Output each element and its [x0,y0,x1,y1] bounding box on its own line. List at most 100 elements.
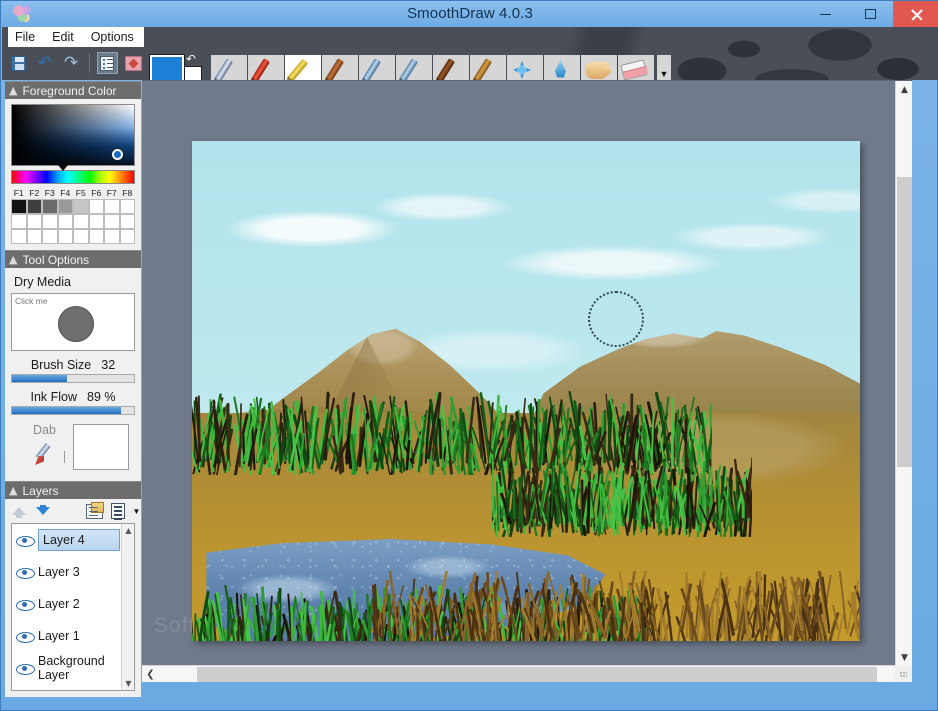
color-swatch[interactable] [26,229,42,244]
layer-item-background[interactable]: Background Layer [12,652,134,684]
layer-visibility-icon[interactable] [16,630,35,643]
maximize-button[interactable] [848,1,893,27]
layer-visibility-icon[interactable] [16,566,35,579]
drawing-canvas[interactable] [192,141,860,641]
move-layer-up-button[interactable] [9,501,29,521]
water-drop-tool-icon [555,60,566,78]
color-swatch[interactable] [88,214,104,229]
close-button[interactable] [893,1,938,27]
color-swatch[interactable] [73,229,89,244]
tool-eraser[interactable]: = [618,55,654,80]
foreground-color-swatch[interactable] [149,54,185,80]
tool-oil-brush[interactable]: 7 [433,55,469,80]
layer-item-1[interactable]: Layer 1 [12,620,134,652]
ink-flow-slider[interactable] [11,406,135,415]
color-swatch[interactable] [42,214,58,229]
brush-preview[interactable]: Click me [11,293,135,351]
scroll-up-button[interactable]: ▲ [896,81,913,98]
undo-button[interactable]: ↶ [34,52,55,74]
tool-fan-brush[interactable]: 6 [396,55,432,80]
chevron-up-icon[interactable]: ▲ [9,485,17,496]
vertical-scroll-thumb[interactable] [897,177,912,467]
chevron-down-icon[interactable]: ▼ [132,507,141,516]
color-swatch[interactable] [88,229,104,244]
color-swatch[interactable] [11,229,27,244]
tool-pen[interactable]: 1 [211,55,247,80]
save-button[interactable] [8,52,29,74]
tool-pencil[interactable]: 8 [470,55,506,80]
color-swatch[interactable] [119,229,135,244]
tool-paintbrush[interactable]: 4 [322,55,358,80]
swap-colors-icon[interactable]: ↶ [186,53,202,65]
color-swatch[interactable] [26,214,42,229]
chevron-up-icon[interactable]: ▲ [9,85,17,96]
scroll-up-button[interactable]: ▲ [122,524,134,537]
color-swatch[interactable] [11,214,27,229]
color-swatch[interactable] [57,199,73,214]
airbrush-tool-icon [361,58,382,80]
saturation-value-picker[interactable] [11,104,135,166]
brush-size-slider[interactable] [11,374,135,383]
menu-item-file[interactable]: File [15,30,35,44]
panel-header-foreground-color[interactable]: ▲ Foreground Color [5,81,141,99]
color-swatch[interactable] [119,199,135,214]
horizontal-scroll-thumb[interactable] [197,666,877,682]
color-swatch[interactable] [104,229,120,244]
layer-name: Layer 4 [38,529,120,551]
color-swatch[interactable] [11,199,27,214]
layer-item-4[interactable]: Layer 4 [12,524,134,556]
hue-marker-icon[interactable] [58,165,68,171]
hue-slider[interactable] [11,165,135,184]
color-swatch[interactable] [73,214,89,229]
minimize-button[interactable] [803,1,848,27]
chevron-up-icon[interactable]: ▲ [9,254,17,265]
color-swatch[interactable] [104,214,120,229]
tool-smudge-finger[interactable]: - [581,55,617,80]
tool-airbrush[interactable]: 5 [359,55,395,80]
panel-header-layers[interactable]: ▲ Layers [5,481,141,499]
layer-visibility-icon[interactable] [16,534,35,547]
tool-sparkle[interactable]: 9 [507,55,543,80]
menu-item-edit[interactable]: Edit [52,30,74,44]
layer-menu-button[interactable] [108,501,128,521]
redo-button[interactable]: ↷ [60,52,81,74]
layer-properties-button[interactable] [84,501,104,521]
color-swatch[interactable] [42,229,58,244]
vertical-scrollbar[interactable]: ▲ ▼ [895,81,912,666]
resize-grip[interactable] [895,665,912,682]
color-swatch-widget[interactable]: ↶ [149,53,206,80]
panel-title: Tool Options [22,252,90,267]
more-tools-button[interactable]: ▼ [657,55,671,80]
dab-texture-preview[interactable] [73,424,129,470]
tool-marker-pen[interactable]: 2 [248,55,284,80]
color-swatch[interactable] [42,199,58,214]
color-swatch[interactable] [57,229,73,244]
color-swatch[interactable] [104,199,120,214]
color-swatch[interactable] [88,199,104,214]
horizontal-scroll-track[interactable] [159,666,895,683]
layer-list-scrollbar[interactable]: ▲ ▼ [121,524,134,690]
color-swatch[interactable] [119,214,135,229]
color-swatch[interactable] [57,214,73,229]
menu-item-options[interactable]: Options [91,30,134,44]
tool-water-drop[interactable]: 0 [544,55,580,80]
tool-dry-media[interactable]: 3 [285,55,321,80]
color-picker-cursor[interactable] [112,149,123,160]
move-layer-down-button[interactable] [33,501,53,521]
layer-item-3[interactable]: Layer 3 [12,556,134,588]
color-swatch[interactable] [26,199,42,214]
panel-header-tool-options[interactable]: ▲ Tool Options [5,250,141,268]
horizontal-scrollbar[interactable]: ❮ ❯ [142,665,912,682]
layer-item-2[interactable]: Layer 2 [12,588,134,620]
record-button[interactable] [123,52,144,74]
properties-button[interactable] [96,52,118,74]
canvas-area[interactable]: Softpedia ▲ ▼ ❮ ❯ [142,80,912,682]
scroll-down-button[interactable]: ▼ [896,649,913,666]
layer-visibility-icon[interactable] [16,662,35,675]
layer-list[interactable]: Layer 4 Layer 3 Layer 2 Layer 1 Backgrou… [11,523,135,691]
scroll-left-button[interactable]: ❮ [142,666,159,683]
scroll-down-button[interactable]: ▼ [122,677,134,690]
layer-visibility-icon[interactable] [16,598,35,611]
dab-brush-icon[interactable] [33,442,57,466]
color-swatch[interactable] [73,199,89,214]
